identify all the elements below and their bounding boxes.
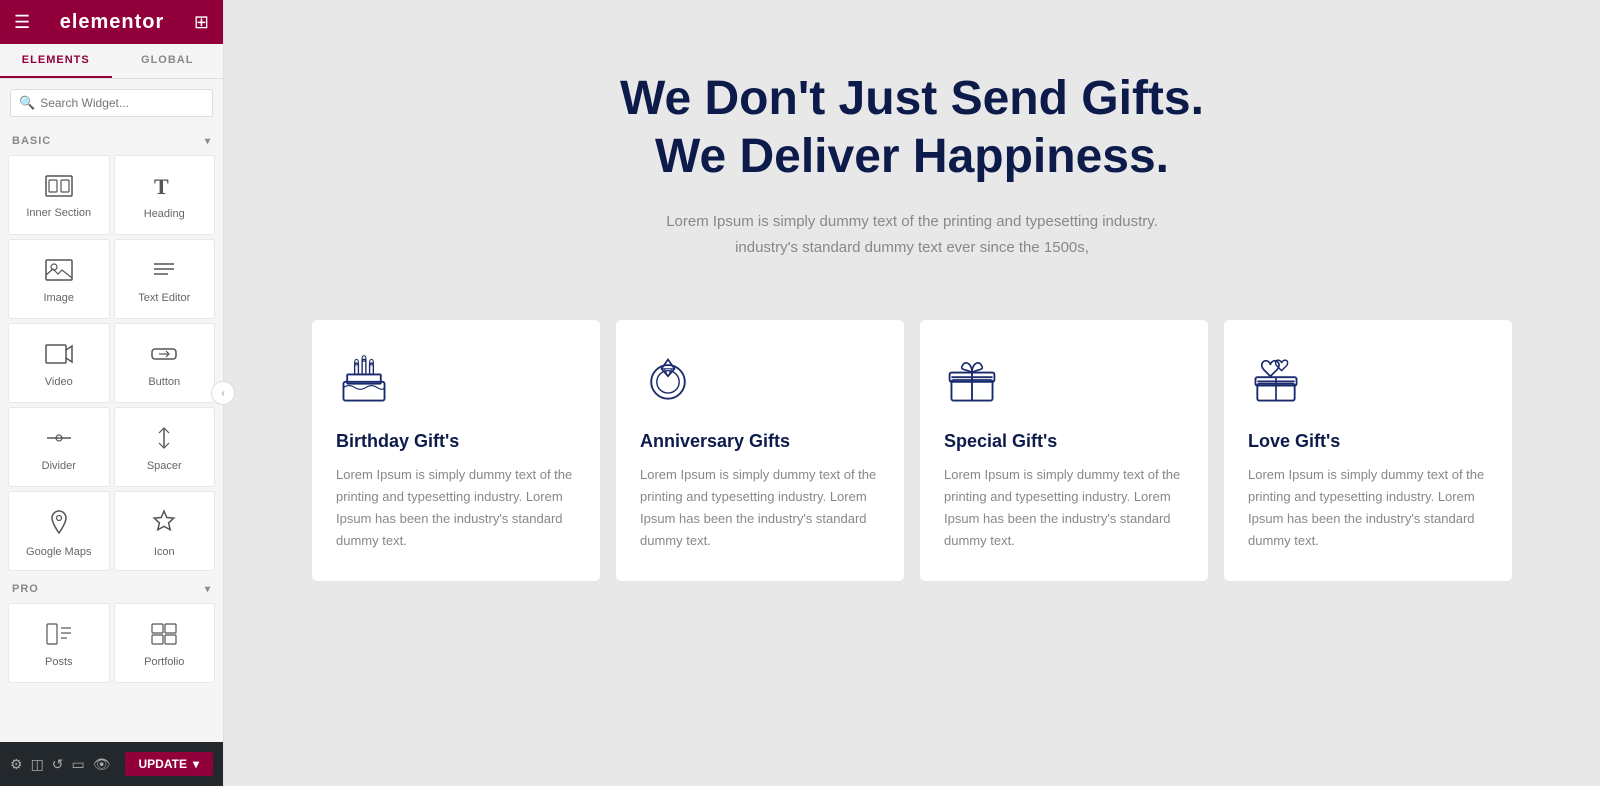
widget-divider[interactable]: Divider — [8, 407, 110, 487]
main-content: We Don't Just Send Gifts. We Deliver Hap… — [224, 0, 1600, 786]
inner-section-icon — [45, 175, 73, 201]
anniversary-icon — [640, 352, 880, 431]
widget-label-spacer: Spacer — [147, 460, 182, 472]
card-special-title: Special Gift's — [944, 431, 1184, 452]
text-editor-icon — [150, 258, 178, 286]
eye-icon[interactable]: 👁 — [93, 756, 111, 773]
widget-button[interactable]: Button — [114, 323, 216, 403]
settings-icon[interactable]: ⚙ — [10, 756, 23, 773]
widget-image[interactable]: Image — [8, 239, 110, 319]
card-special: Special Gift's Lorem Ipsum is simply dum… — [920, 320, 1208, 580]
history-icon[interactable]: ↺ — [52, 756, 64, 773]
cards-section: Birthday Gift's Lorem Ipsum is simply du… — [312, 300, 1512, 600]
hero-subtitle: Lorem Ipsum is simply dummy text of the … — [612, 209, 1212, 260]
card-anniversary-text: Lorem Ipsum is simply dummy text of the … — [640, 464, 880, 552]
widget-label-button: Button — [148, 376, 180, 388]
hero-title-line1: We Don't Just Send Gifts. — [482, 70, 1342, 128]
card-birthday-title: Birthday Gift's — [336, 431, 576, 452]
sidebar: ☰ elementor ⊞ ELEMENTS GLOBAL 🔍 BASIC ▾ — [0, 0, 224, 786]
search-icon: 🔍 — [19, 95, 35, 111]
widgets-scroll: BASIC ▾ Inner Section T — [0, 127, 223, 742]
update-chevron-icon: ▾ — [193, 757, 199, 771]
widget-icon[interactable]: Icon — [114, 491, 216, 571]
widget-label-google-maps: Google Maps — [26, 546, 91, 558]
hero-section: We Don't Just Send Gifts. We Deliver Hap… — [462, 40, 1362, 300]
svg-text:T: T — [154, 174, 169, 198]
widget-heading[interactable]: T Heading — [114, 155, 216, 235]
widget-text-editor[interactable]: Text Editor — [114, 239, 216, 319]
tab-global[interactable]: GLOBAL — [112, 44, 224, 78]
hero-title: We Don't Just Send Gifts. We Deliver Hap… — [482, 70, 1342, 185]
image-icon — [45, 258, 73, 286]
card-birthday: Birthday Gift's Lorem Ipsum is simply du… — [312, 320, 600, 580]
widget-label-text-editor: Text Editor — [138, 292, 190, 304]
elementor-logo: elementor — [60, 11, 165, 34]
widget-video[interactable]: Video — [8, 323, 110, 403]
chevron-down-icon[interactable]: ▾ — [205, 136, 211, 147]
google-maps-icon — [45, 508, 73, 540]
grid-icon[interactable]: ⊞ — [194, 12, 209, 33]
tab-elements[interactable]: ELEMENTS — [0, 44, 112, 78]
widget-google-maps[interactable]: Google Maps — [8, 491, 110, 571]
love-icon — [1248, 352, 1488, 431]
widget-label-inner-section: Inner Section — [26, 207, 91, 219]
divider-icon — [45, 426, 73, 454]
widget-label-video: Video — [45, 376, 73, 388]
icon-widget-icon — [150, 508, 178, 540]
card-anniversary: Anniversary Gifts Lorem Ipsum is simply … — [616, 320, 904, 580]
basic-widgets-grid: Inner Section T Heading — [0, 151, 223, 575]
bottom-icons: ⚙ ◫ ↺ ▭ 👁 — [10, 756, 111, 773]
collapse-sidebar-button[interactable]: ‹ — [211, 381, 235, 405]
spacer-icon — [150, 426, 178, 454]
widget-inner-section[interactable]: Inner Section — [8, 155, 110, 235]
special-icon — [944, 352, 1184, 431]
widget-label-posts: Posts — [45, 656, 73, 668]
posts-icon — [45, 622, 73, 650]
card-love-title: Love Gift's — [1248, 431, 1488, 452]
birthday-icon — [336, 352, 576, 431]
pro-widgets-grid: Posts Portfolio — [0, 599, 223, 687]
video-icon — [45, 342, 73, 370]
section-label-pro: PRO ▾ — [0, 575, 223, 599]
widget-posts[interactable]: Posts — [8, 603, 110, 683]
hamburger-icon[interactable]: ☰ — [14, 12, 30, 33]
widget-label-heading: Heading — [144, 208, 185, 220]
section-label-basic: BASIC ▾ — [0, 127, 223, 151]
sidebar-tabs: ELEMENTS GLOBAL — [0, 44, 223, 79]
card-love-text: Lorem Ipsum is simply dummy text of the … — [1248, 464, 1488, 552]
widget-label-icon: Icon — [154, 546, 175, 558]
widget-spacer[interactable]: Spacer — [114, 407, 216, 487]
portfolio-icon — [150, 622, 178, 650]
widget-portfolio[interactable]: Portfolio — [114, 603, 216, 683]
search-input[interactable] — [40, 96, 204, 110]
widget-label-image: Image — [43, 292, 74, 304]
layers-icon[interactable]: ◫ — [31, 756, 44, 773]
heading-icon: T — [150, 174, 178, 202]
card-special-text: Lorem Ipsum is simply dummy text of the … — [944, 464, 1184, 552]
update-button[interactable]: UPDATE ▾ — [125, 752, 213, 776]
widget-label-portfolio: Portfolio — [144, 656, 184, 668]
card-anniversary-title: Anniversary Gifts — [640, 431, 880, 452]
widget-label-divider: Divider — [42, 460, 76, 472]
responsive-icon[interactable]: ▭ — [72, 756, 85, 773]
hero-title-line2: We Deliver Happiness. — [482, 128, 1342, 186]
chevron-down-pro-icon[interactable]: ▾ — [205, 584, 211, 595]
search-box: 🔍 — [10, 89, 213, 117]
sidebar-bottom-bar: ⚙ ◫ ↺ ▭ 👁 UPDATE ▾ — [0, 742, 223, 786]
sidebar-header: ☰ elementor ⊞ — [0, 0, 223, 44]
button-icon — [150, 342, 178, 370]
card-birthday-text: Lorem Ipsum is simply dummy text of the … — [336, 464, 576, 552]
card-love: Love Gift's Lorem Ipsum is simply dummy … — [1224, 320, 1512, 580]
